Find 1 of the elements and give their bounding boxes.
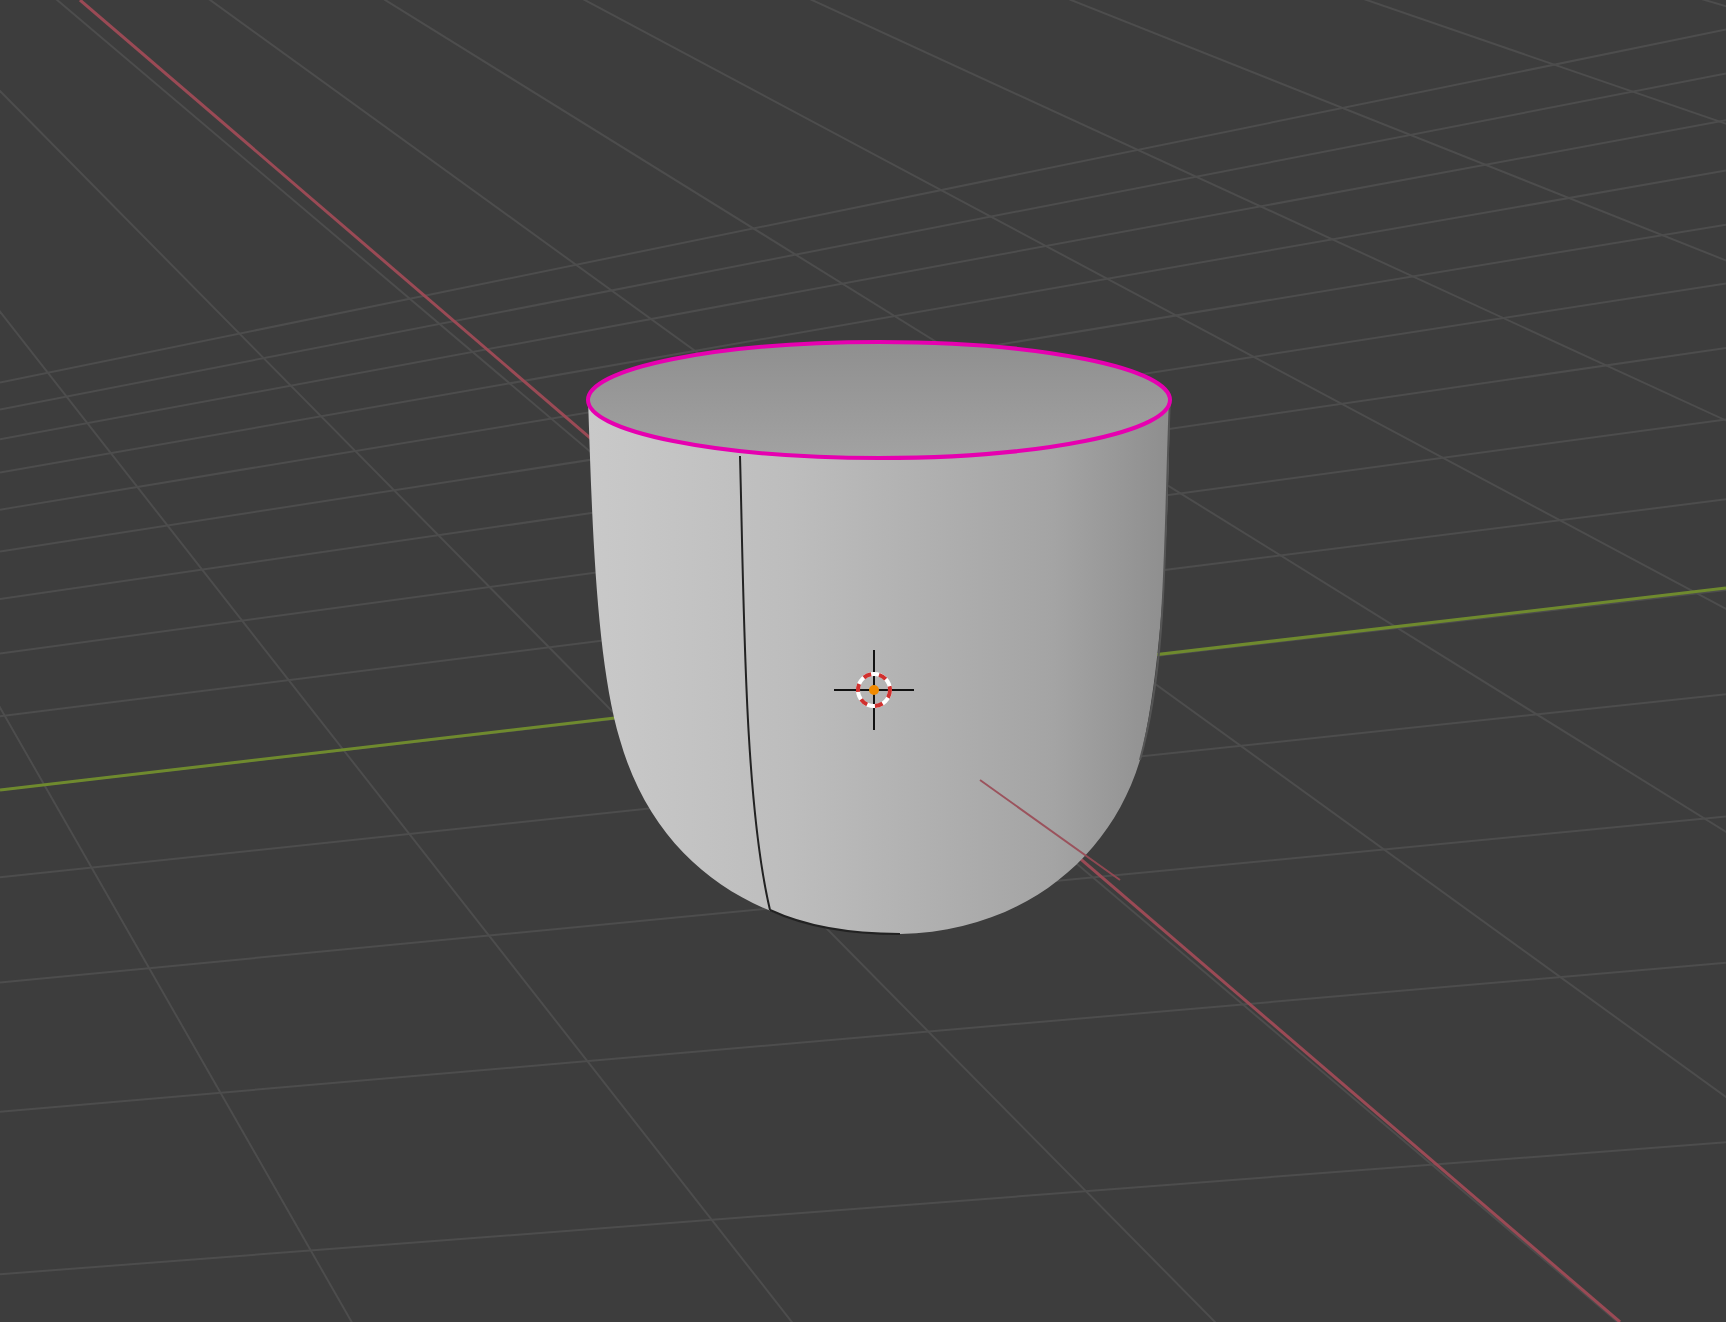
3d-cursor-icon	[833, 649, 915, 731]
